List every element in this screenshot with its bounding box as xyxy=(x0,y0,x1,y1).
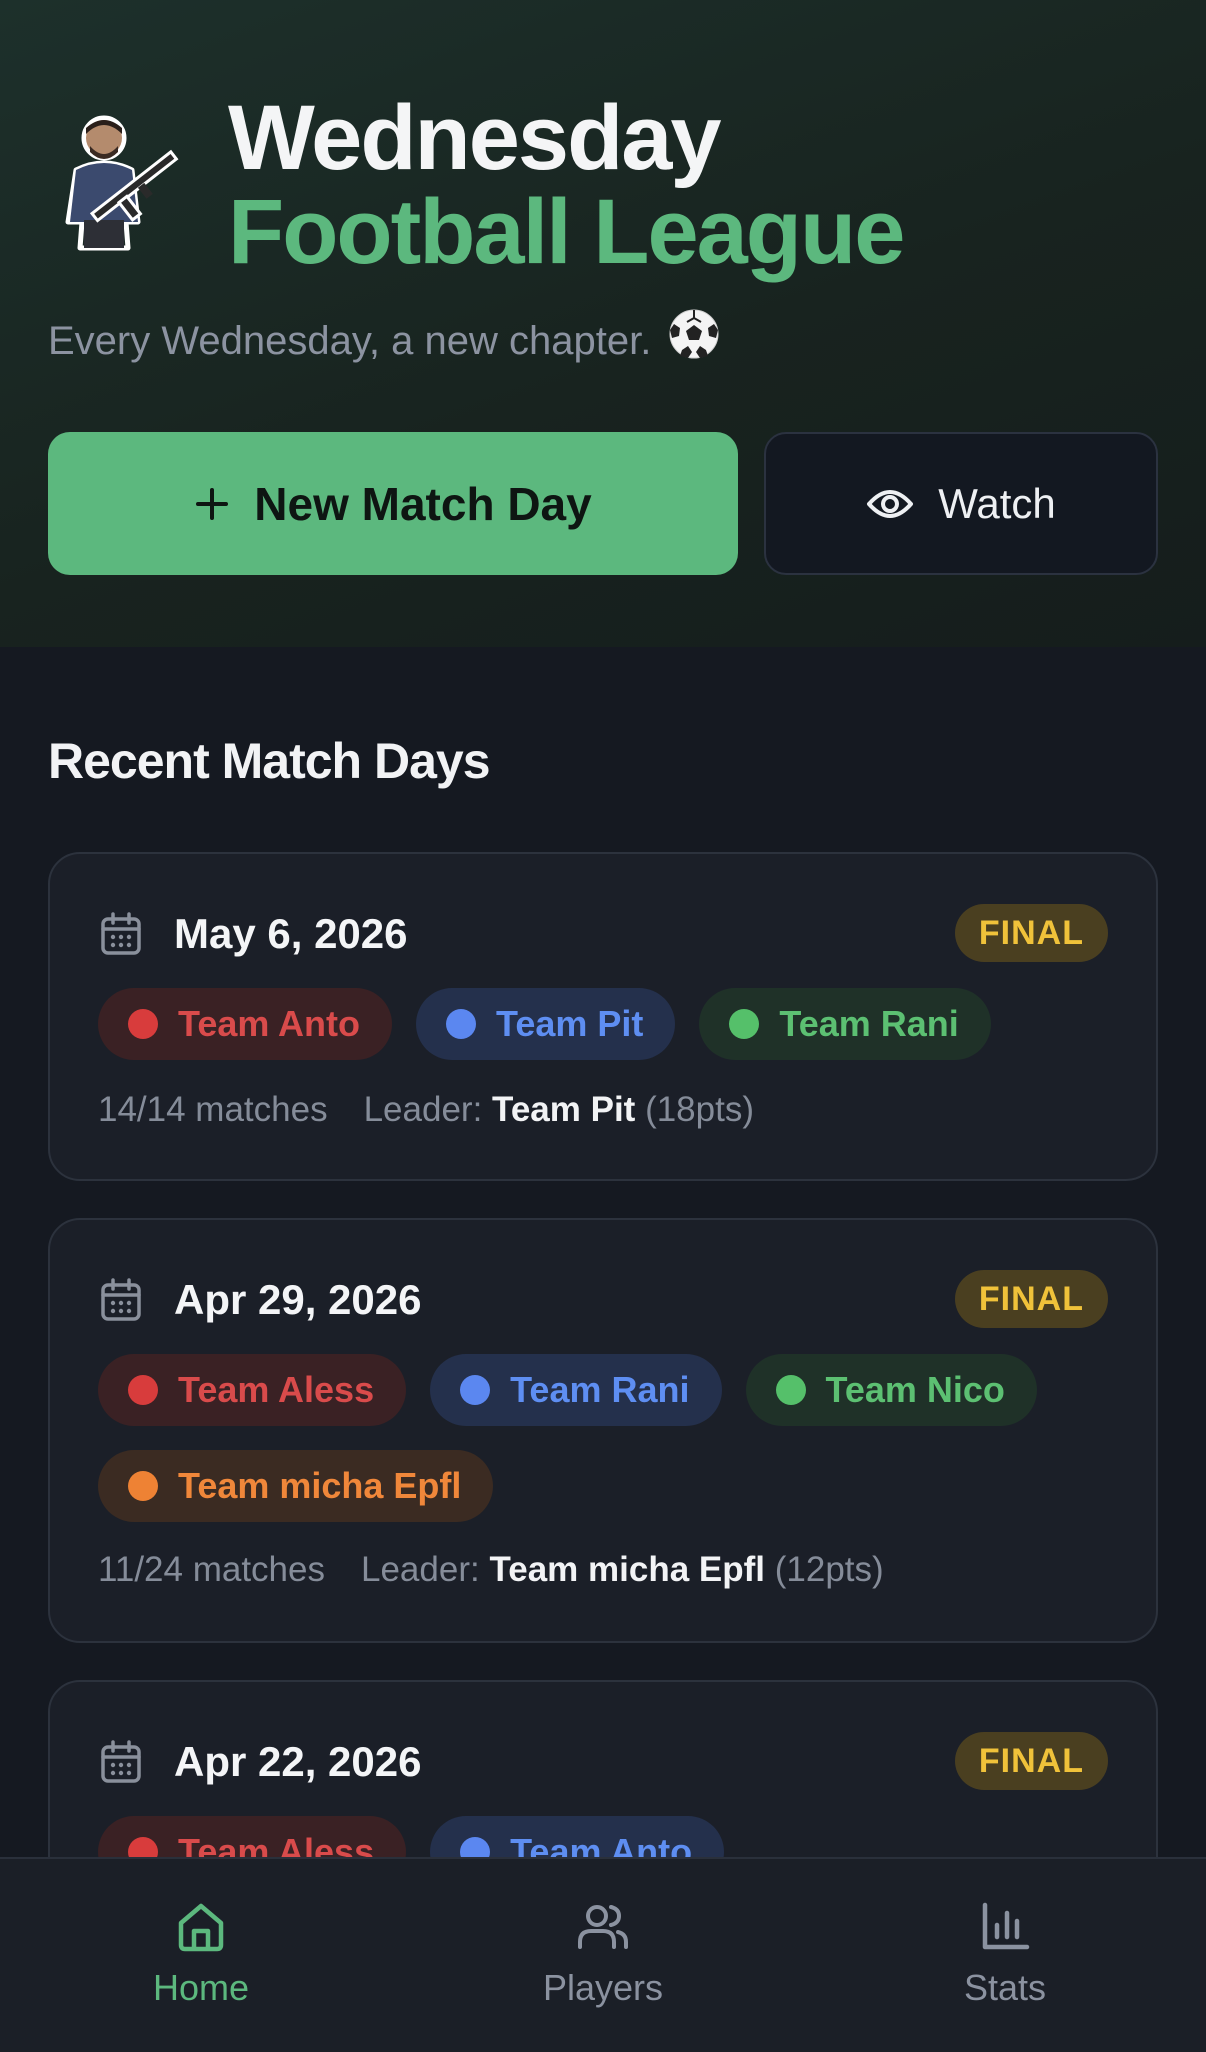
match-day-meta: 11/24 matches Leader: Team micha Epfl (12… xyxy=(98,1550,884,1590)
app-title-line1: Wednesday xyxy=(228,87,722,189)
team-color-dot xyxy=(128,1471,158,1501)
tagline-text: Every Wednesday, a new chapter. xyxy=(48,319,652,363)
match-count: 11/24 matches xyxy=(98,1550,325,1589)
watch-label: Watch xyxy=(938,479,1056,527)
calendar-icon xyxy=(101,1740,141,1783)
tab-players-label: Players xyxy=(542,1967,664,2008)
soccer-ball-icon xyxy=(669,309,719,359)
match-day-date: Apr 22, 2026 xyxy=(174,1738,422,1785)
new-match-day-button[interactable]: New Match Day xyxy=(48,432,738,575)
leader-points: (12pts) xyxy=(774,1550,884,1589)
team-name: Team Rani xyxy=(779,1003,959,1044)
calendar-icon xyxy=(101,912,141,955)
match-day-meta: 14/14 matches Leader: Team Pit (18pts) xyxy=(98,1090,754,1130)
team-chip: Team Aless xyxy=(98,1354,407,1426)
team-color-dot xyxy=(775,1375,806,1405)
team-name: Team Anto xyxy=(178,1003,361,1044)
hero-header: Wednesday Football League Every Wednesda… xyxy=(0,0,1206,647)
tab-home[interactable]: Home xyxy=(0,1859,402,2052)
team-color-dot xyxy=(128,1375,158,1405)
match-day-date: May 6, 2026 xyxy=(174,910,408,957)
team-chip: Team Rani xyxy=(430,1354,722,1426)
watch-button[interactable]: Watch xyxy=(764,432,1158,575)
leader-label: Leader: xyxy=(361,1550,480,1589)
match-day-date: Apr 29, 2026 xyxy=(174,1276,422,1323)
tab-players[interactable]: Players xyxy=(402,1859,804,2052)
plus-icon xyxy=(196,487,229,520)
team-name: Team Pit xyxy=(496,1003,644,1044)
status-badge: FINAL xyxy=(954,1270,1108,1328)
team-name: Team micha Epfl xyxy=(178,1465,462,1506)
team-color-dot xyxy=(446,1009,477,1039)
team-chip: Team Rani xyxy=(699,988,991,1060)
new-match-day-label: New Match Day xyxy=(254,477,592,530)
league-mascot-logo xyxy=(65,115,179,251)
leader-name: Team Pit xyxy=(492,1090,636,1129)
status-badge: FINAL xyxy=(954,1732,1108,1790)
team-name: Team Rani xyxy=(510,1369,690,1410)
tab-home-label: Home xyxy=(152,1967,250,2008)
team-chip: Team micha Epfl xyxy=(98,1450,494,1522)
calendar-icon xyxy=(101,1278,141,1321)
eye-icon xyxy=(867,489,914,518)
team-chip: Team Pit xyxy=(416,988,676,1060)
team-chip: Team Anto xyxy=(98,988,393,1060)
users-icon xyxy=(578,1905,628,1949)
tagline: Every Wednesday, a new chapter. xyxy=(48,308,720,363)
bottom-tab-bar: Home Players Stats xyxy=(0,1857,1206,2052)
team-color-dot xyxy=(460,1375,491,1405)
match-day-card[interactable]: Apr 29, 2026 FINAL Team Aless Team Rani … xyxy=(48,1218,1158,1643)
match-day-card[interactable]: May 6, 2026 FINAL Team Anto Team Pit Tea… xyxy=(48,852,1158,1181)
app-screen: Wednesday Football League Every Wednesda… xyxy=(0,0,1206,2052)
leader-label: Leader: xyxy=(363,1090,483,1129)
bar-chart-icon xyxy=(982,1902,1030,1950)
tab-stats-label: Stats xyxy=(963,1967,1047,2008)
app-title-line2: Football League xyxy=(228,181,905,283)
recent-match-days-heading: Recent Match Days xyxy=(48,733,490,789)
home-icon xyxy=(178,1903,224,1952)
match-count: 14/14 matches xyxy=(98,1090,328,1129)
team-chips: Team Anto Team Pit Team Rani xyxy=(98,988,1116,1060)
leader-name: Team micha Epfl xyxy=(489,1550,765,1589)
leader-points: (18pts) xyxy=(645,1090,754,1129)
status-badge: FINAL xyxy=(954,904,1108,962)
team-name: Team Aless xyxy=(178,1369,375,1410)
team-color-dot xyxy=(729,1009,760,1039)
team-name: Team Nico xyxy=(825,1369,1005,1410)
team-color-dot xyxy=(128,1009,158,1039)
tab-stats[interactable]: Stats xyxy=(804,1859,1206,2052)
team-chip: Team Nico xyxy=(745,1354,1037,1426)
team-chips: Team Aless Team Rani Team Nico Team mich… xyxy=(98,1354,1116,1522)
